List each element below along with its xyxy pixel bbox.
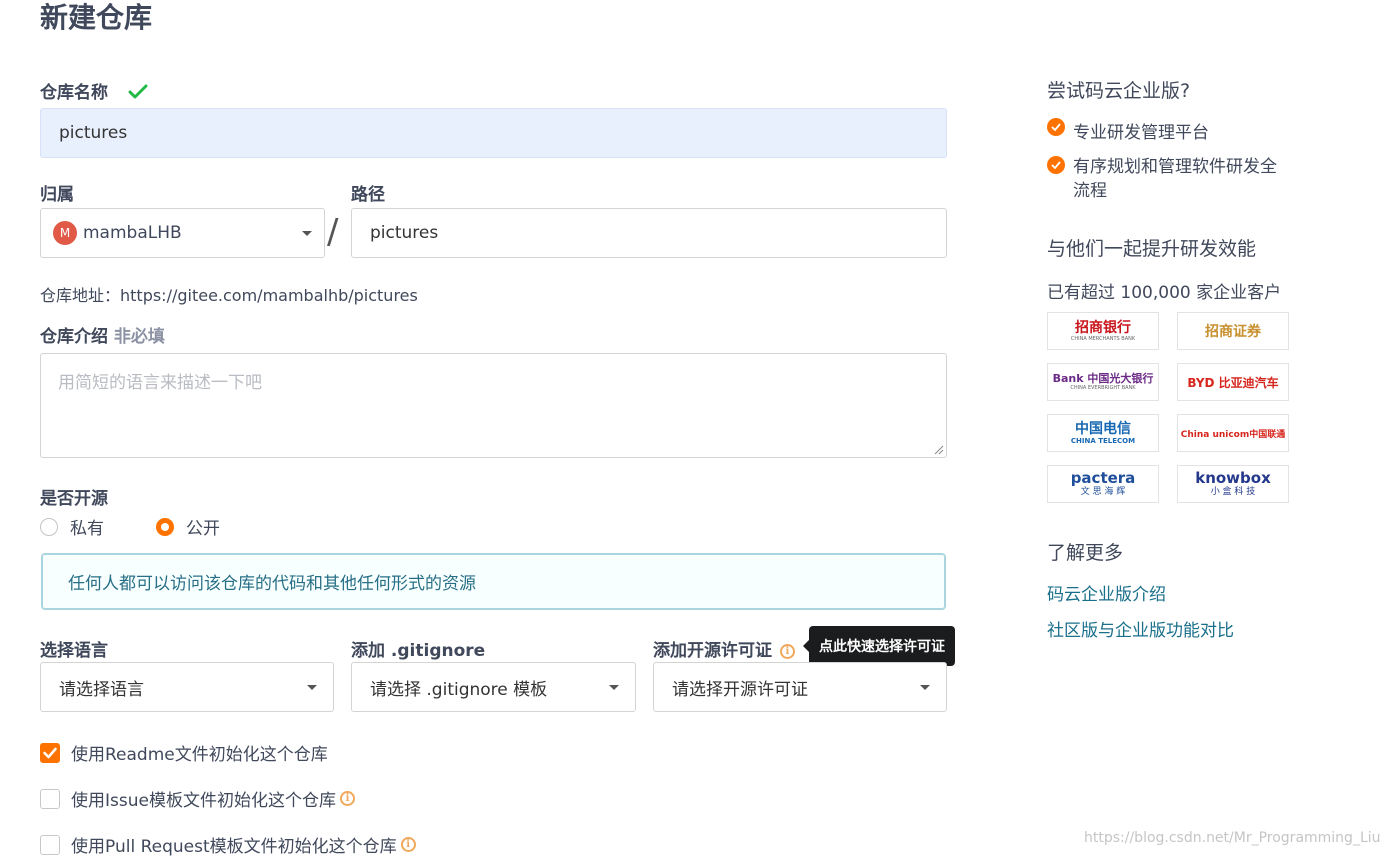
watermark: https://blog.csdn.net/Mr_Programming_Liu <box>1084 830 1381 846</box>
radio-button[interactable] <box>40 517 58 536</box>
check-circle-icon <box>1047 118 1065 136</box>
logo-cebbank: Bank 中国光大银行 CHINA EVERBRIGHT BANK <box>1047 363 1159 401</box>
chevron-down-icon <box>609 685 619 690</box>
logo-text: BYD 比亚迪汽车 <box>1187 375 1279 390</box>
radio-private-label: 私有 <box>70 519 104 539</box>
repo-url: 仓库地址：https://gitee.com/mambalhb/pictures <box>40 286 418 305</box>
check-icon <box>128 84 148 105</box>
visibility-notice: 任何人都可以访问该仓库的代码和其他任何形式的资源 <box>41 553 946 610</box>
path-label: 路径 <box>351 185 385 205</box>
license-select[interactable]: 请选择开源许可证 <box>653 662 947 712</box>
avatar: M <box>53 221 77 245</box>
license-label-text: 添加开源许可证 <box>653 641 772 661</box>
language-select[interactable]: 请选择语言 <box>40 662 334 712</box>
gitignore-label: 添加 .gitignore <box>351 641 486 661</box>
link-enterprise-intro[interactable]: 码云企业版介绍 <box>1047 580 1166 605</box>
description-label-text: 仓库介绍 <box>40 327 108 347</box>
owner-value: mambaLHB <box>83 223 182 243</box>
logo-subtext: 小 盒 科 技 <box>1210 487 1256 497</box>
feature-text: 有序规划和管理软件研发全流程 <box>1073 157 1277 201</box>
check-circle-icon <box>1047 156 1065 174</box>
info-icon[interactable]: i <box>339 791 355 806</box>
license-value: 请选择开源许可证 <box>672 679 808 700</box>
radio-public-label: 公开 <box>186 519 220 539</box>
feature-item: 有序规划和管理软件研发全流程 <box>1047 155 1293 203</box>
path-input[interactable]: pictures <box>351 208 947 258</box>
info-icon[interactable]: i <box>400 837 416 852</box>
logo-text: knowbox <box>1195 469 1271 487</box>
checkbox[interactable] <box>40 788 60 809</box>
description-placeholder: 用简短的语言来描述一下吧 <box>58 373 262 393</box>
checkbox-checked[interactable] <box>40 742 60 763</box>
init-pr-label: 使用Pull Request模板文件初始化这个仓库 <box>71 837 397 857</box>
feature-item: 专业研发管理平台 <box>1047 118 1209 143</box>
description-label: 仓库介绍 非必填 <box>40 322 165 347</box>
init-readme-label: 使用Readme文件初始化这个仓库 <box>71 745 328 765</box>
checkmark-icon <box>43 747 57 758</box>
logo-cmschina: 招商证券 <box>1177 312 1289 350</box>
link-edition-compare[interactable]: 社区版与企业版功能对比 <box>1047 616 1234 641</box>
logo-text: China unicom中国联通 <box>1180 429 1286 440</box>
language-value: 请选择语言 <box>59 679 144 700</box>
try-enterprise-title: 尝试码云企业版? <box>1047 80 1191 102</box>
chevron-down-icon <box>302 231 312 236</box>
logo-knowbox: knowbox 小 盒 科 技 <box>1177 465 1289 503</box>
logo-byd: BYD 比亚迪汽车 <box>1177 363 1289 401</box>
customers-text: 已有超过 100,000 家企业客户 <box>1047 283 1282 303</box>
logo-text: Bank 中国光大银行 <box>1052 372 1154 385</box>
logo-subtext: CHINA MERCHANTS BANK <box>1070 335 1136 342</box>
gitignore-select[interactable]: 请选择 .gitignore 模板 <box>351 662 636 712</box>
owner-select[interactable]: M mambaLHB <box>40 208 325 258</box>
page-title: 新建仓库 <box>40 1 153 34</box>
checkbox[interactable] <box>40 834 60 855</box>
info-icon[interactable]: i <box>779 643 795 659</box>
learn-more-title: 了解更多 <box>1047 542 1124 564</box>
language-label: 选择语言 <box>40 641 108 661</box>
radio-private[interactable]: 私有 <box>40 514 104 539</box>
path-separator: / <box>327 212 339 252</box>
radio-button-checked[interactable] <box>156 517 174 536</box>
optional-tag: 非必填 <box>113 327 165 347</box>
logo-text: 招商证券 <box>1205 324 1261 340</box>
logo-cmb: 招商银行 CHINA MERCHANTS BANK <box>1047 312 1159 350</box>
chevron-down-icon <box>920 685 930 690</box>
logo-subtext: CHINA EVERBRIGHT BANK <box>1070 385 1136 391</box>
init-pr-option[interactable]: 使用Pull Request模板文件初始化这个仓库 i <box>40 832 416 857</box>
visibility-label: 是否开源 <box>40 489 108 509</box>
gitignore-value: 请选择 .gitignore 模板 <box>370 679 548 700</box>
description-textarea[interactable]: 用简短的语言来描述一下吧 <box>40 353 947 458</box>
repo-name-label-text: 仓库名称 <box>40 83 108 103</box>
init-issue-option[interactable]: 使用Issue模板文件初始化这个仓库 i <box>40 786 355 811</box>
logo-text: 招商银行 <box>1075 319 1131 336</box>
logo-chinaunicom: China unicom中国联通 <box>1177 414 1289 452</box>
license-label: 添加开源许可证 i <box>653 636 795 661</box>
license-tooltip: 点此快速选择许可证 <box>803 626 955 666</box>
logo-pactera: pactera 文 思 海 辉 <box>1047 465 1159 503</box>
logo-text: 中国电信 <box>1074 420 1131 437</box>
feature-text: 专业研发管理平台 <box>1073 123 1209 143</box>
logo-text: pactera <box>1070 469 1136 487</box>
logo-chinatelecom: 中国电信 CHINA TELECOM <box>1047 414 1159 452</box>
radio-public[interactable]: 公开 <box>156 514 220 539</box>
init-readme-option[interactable]: 使用Readme文件初始化这个仓库 <box>40 740 328 765</box>
init-issue-label: 使用Issue模板文件初始化这个仓库 <box>71 791 336 811</box>
repo-name-label: 仓库名称 <box>40 78 148 105</box>
resize-grip-icon[interactable] <box>934 445 944 455</box>
repo-name-input[interactable]: pictures <box>40 108 947 158</box>
owner-label: 归属 <box>40 185 74 205</box>
chevron-down-icon <box>307 685 317 690</box>
logo-subtext: 文 思 海 辉 <box>1080 487 1126 497</box>
logo-subtext: CHINA TELECOM <box>1070 436 1136 445</box>
together-title: 与他们一起提升研发效能 <box>1047 238 1257 260</box>
